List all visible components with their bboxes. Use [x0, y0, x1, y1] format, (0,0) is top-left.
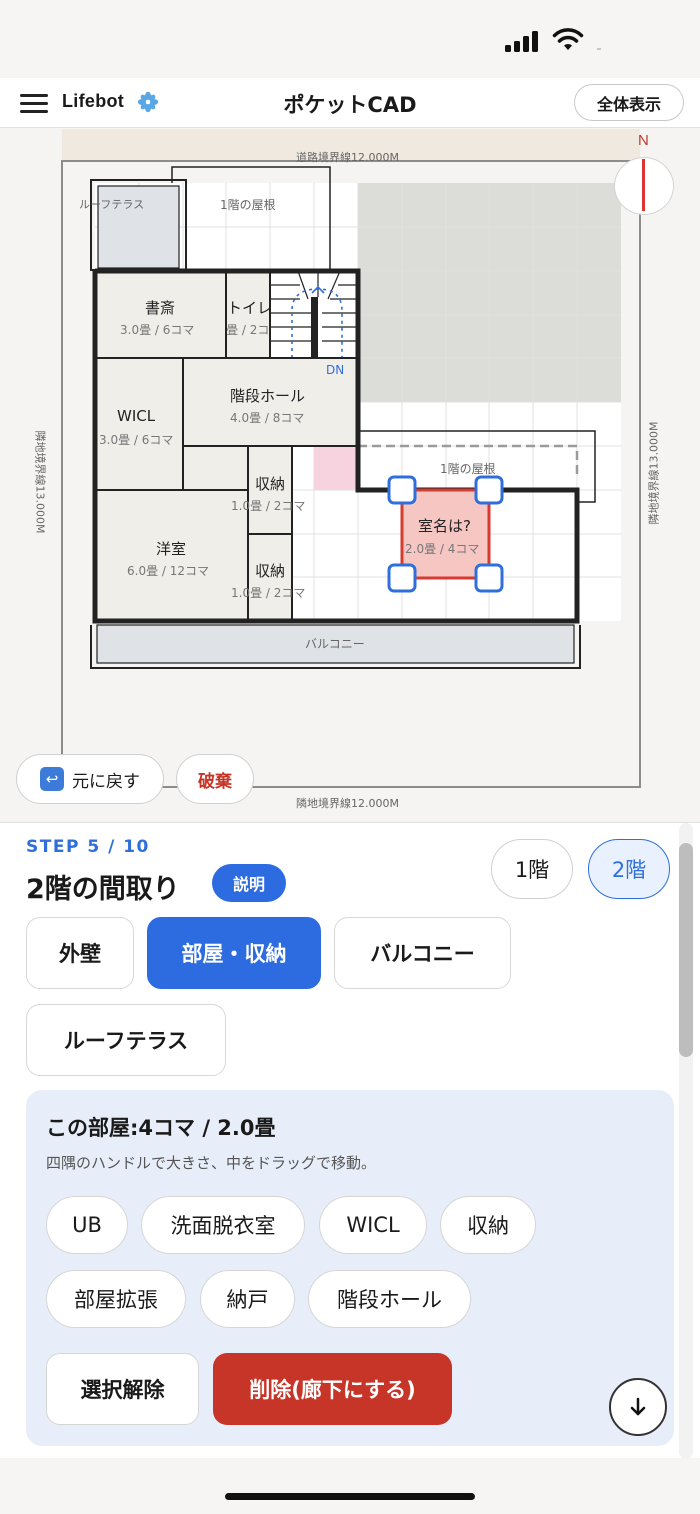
boundary-label-left: 隣地境界線13.000M — [33, 430, 47, 534]
deselect-button[interactable]: 選択解除 — [46, 1353, 199, 1425]
tool-room-storage[interactable]: 部屋・収納 — [147, 917, 321, 989]
boundary-label-right: 隣地境界線13.000M — [647, 421, 661, 525]
status-dot — [597, 48, 601, 50]
chip-ub[interactable]: UB — [46, 1196, 128, 1254]
boundary-label-top: 道路境界線12.000M — [296, 151, 399, 164]
tool-roof-terrace[interactable]: ルーフテラス — [26, 1004, 226, 1076]
resize-handle-tr[interactable] — [474, 475, 504, 505]
resize-handle-br[interactable] — [474, 563, 504, 593]
tool-exterior-wall[interactable]: 外壁 — [26, 917, 134, 989]
chip-stair-hall[interactable]: 階段ホール — [308, 1270, 471, 1328]
room-edit-card: この部屋:4コマ / 2.0畳 四隅のハンドルで大きさ、中をドラッグで移動。 U… — [26, 1090, 674, 1446]
roof-label-mid: 1階の屋根 — [440, 462, 496, 476]
chip-washroom[interactable]: 洗面脱衣室 — [141, 1196, 305, 1254]
room-size: 6.0畳 / 12コマ — [127, 564, 210, 578]
compass-needle — [642, 159, 645, 211]
app-header: Lifebot ポケットCAD 全体表示 — [0, 78, 700, 128]
staircase[interactable] — [270, 270, 358, 359]
room-name: 収納 — [255, 562, 286, 580]
boundary-label-bottom: 隣地境界線12.000M — [296, 797, 399, 810]
status-bar — [0, 0, 700, 78]
room-name: 洋室 — [156, 540, 187, 558]
wifi-icon — [552, 28, 584, 50]
room-size: 1.0畳 / 2コマ — [231, 499, 306, 513]
roof-terrace-label: ルーフテラス — [79, 198, 145, 211]
room-card-title: この部屋:4コマ / 2.0畳 — [46, 1116, 276, 1140]
chip-storage[interactable]: 収納 — [440, 1196, 536, 1254]
floor-1-button[interactable]: 1階 — [491, 839, 573, 899]
selected-room-size: 2.0畳 / 4コマ — [405, 542, 480, 556]
room-name: 書斎 — [145, 299, 176, 317]
room-card-hint: 四隅のハンドルで大きさ、中をドラッグで移動。 — [46, 1154, 377, 1172]
delete-room-button[interactable]: 削除(廊下にする) — [213, 1353, 452, 1425]
home-indicator[interactable] — [225, 1493, 475, 1500]
selected-room-name: 室名は? — [418, 517, 471, 535]
undo-button[interactable]: ↩ 元に戻す — [16, 754, 164, 804]
room-size: 3.0畳 / 6コマ — [120, 323, 195, 337]
chip-room-expand[interactable]: 部屋拡張 — [46, 1270, 186, 1328]
room-name: WICL — [117, 407, 156, 425]
chip-closet[interactable]: 納戸 — [200, 1270, 295, 1328]
undo-label: 元に戻す — [72, 771, 140, 792]
compass-north-label: N — [638, 132, 649, 149]
discard-button[interactable]: 破棄 — [176, 754, 254, 804]
chip-wicl[interactable]: WICL — [319, 1196, 427, 1254]
floor-2-button[interactable]: 2階 — [588, 839, 670, 899]
step-indicator: STEP 5 / 10 — [26, 837, 150, 857]
fit-all-button[interactable]: 全体表示 — [574, 84, 684, 121]
room-size: 1.0畳 / 2コマ — [231, 586, 306, 600]
edit-panel: STEP 5 / 10 2階の間取り 説明 1階 2階 外壁 部屋・収納 バルコ… — [0, 822, 700, 1459]
cellular-signal-icon — [505, 30, 541, 52]
cad-canvas[interactable]: 道路境界線12.000M 隣地境界線12.000M 隣地境界線13.000M 隣… — [0, 129, 700, 822]
hall-area — [183, 446, 248, 490]
room-size-clip: 1.0畳 / 2コマ — [227, 321, 270, 338]
undo-icon: ↩ — [40, 767, 64, 791]
stair-dn-label: DN — [326, 363, 345, 377]
resize-handle-bl[interactable] — [387, 563, 417, 593]
explain-button[interactable]: 説明 — [212, 864, 286, 902]
balcony-label: バルコニー — [305, 637, 365, 651]
resize-handle-tl[interactable] — [387, 475, 417, 505]
panel-title: 2階の間取り — [26, 874, 180, 905]
room-name: 収納 — [255, 475, 286, 493]
room-name: トイレ — [227, 299, 273, 317]
room-size: 1.0畳 / 2コマ — [227, 323, 270, 337]
floor-plan[interactable] — [0, 129, 700, 822]
room-name: 階段ホール — [230, 387, 306, 405]
scrollbar-thumb[interactable] — [679, 843, 693, 1057]
roof-label-top: 1階の屋根 — [220, 198, 276, 212]
pink-cell — [314, 446, 358, 490]
room-size: 4.0畳 / 8コマ — [230, 411, 305, 425]
tool-balcony[interactable]: バルコニー — [334, 917, 511, 989]
room-size: 3.0畳 / 6コマ — [99, 433, 174, 447]
scroll-down-button[interactable] — [609, 1378, 667, 1436]
arrow-down-icon — [630, 1397, 646, 1416]
